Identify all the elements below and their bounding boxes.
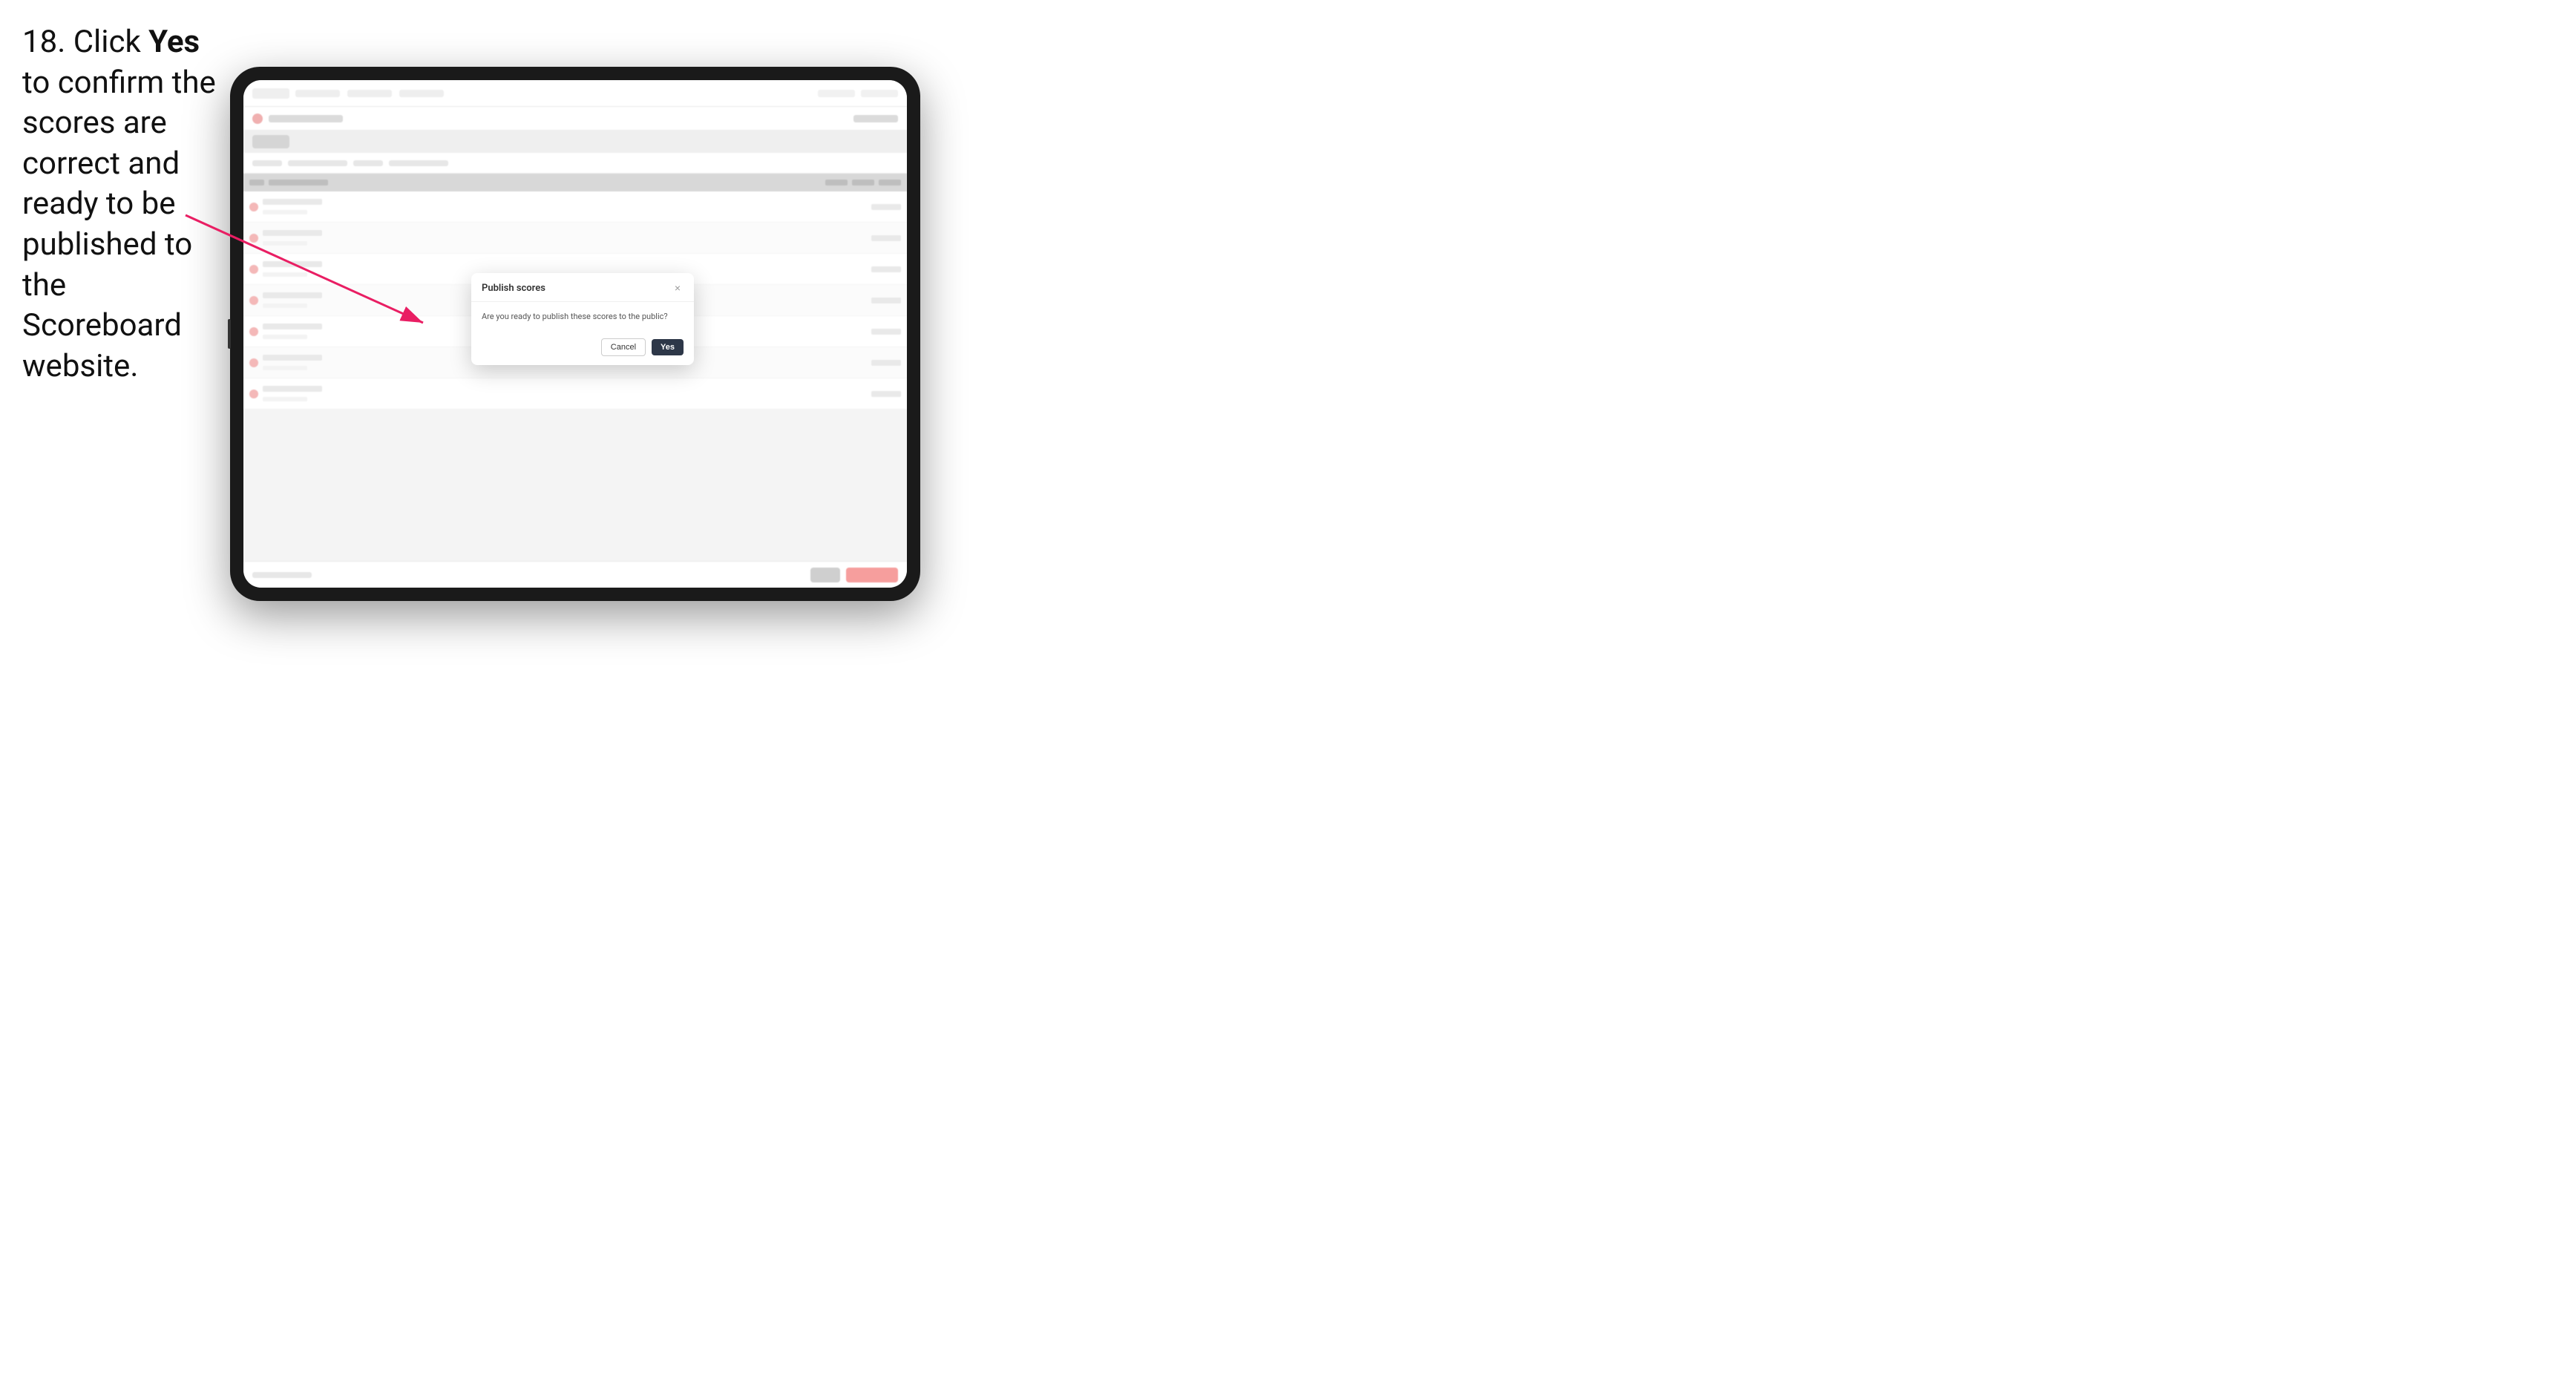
publish-scores-dialog: Publish scores × Are you ready to publis… <box>471 273 694 365</box>
modal-header: Publish scores × <box>471 273 694 302</box>
modal-title: Publish scores <box>482 283 545 294</box>
instruction-bold: Yes <box>148 24 200 60</box>
step-number: 18. <box>22 24 65 60</box>
modal-body-text: Are you ready to publish these scores to… <box>482 312 668 321</box>
tablet-side-button <box>228 319 231 349</box>
modal-close-button[interactable]: × <box>672 282 684 294</box>
instruction-suffix: to confirm the scores are correct and re… <box>22 65 216 384</box>
modal-footer: Cancel Yes <box>471 332 694 365</box>
tablet-screen: Publish scores × Are you ready to publis… <box>243 80 907 588</box>
yes-button[interactable]: Yes <box>652 339 684 355</box>
modal-body: Are you ready to publish these scores to… <box>471 302 694 332</box>
cancel-button[interactable]: Cancel <box>601 338 646 356</box>
tablet-device: Publish scores × Are you ready to publis… <box>230 67 920 601</box>
modal-overlay: Publish scores × Are you ready to publis… <box>243 80 907 588</box>
instruction-prefix: Click <box>65 24 148 60</box>
instruction-text: 18. Click Yes to confirm the scores are … <box>22 22 230 387</box>
